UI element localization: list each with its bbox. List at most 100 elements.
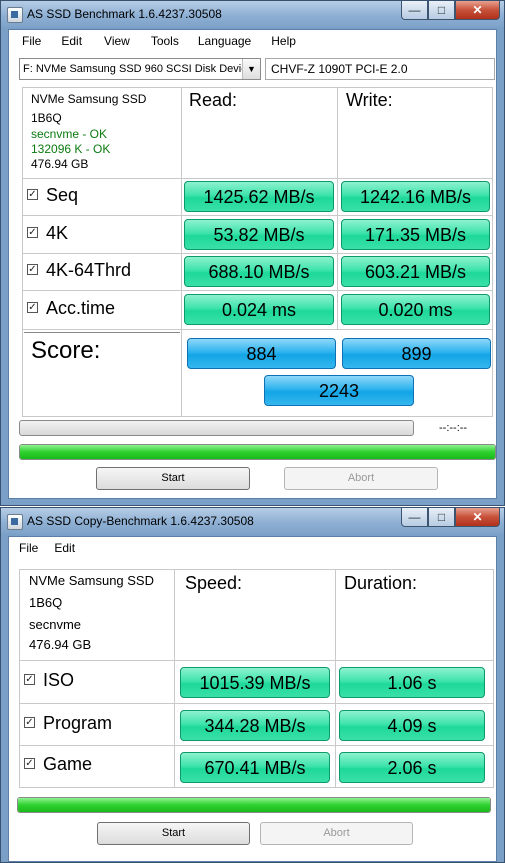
minimize-button[interactable]: — — [401, 508, 428, 527]
4k64-read-value: 688.10 MB/s — [184, 256, 334, 287]
grid-line — [493, 569, 494, 788]
chevron-down-icon[interactable]: ▼ — [242, 59, 260, 79]
grid-line — [174, 569, 175, 788]
copy-progress-fill — [18, 798, 490, 812]
duration-header: Duration: — [344, 573, 418, 593]
grid-line — [22, 253, 492, 254]
4k-read-value: 53.82 MB/s — [184, 219, 334, 250]
menu-edit[interactable]: Edit — [46, 537, 83, 559]
4k-label: 4K — [46, 223, 69, 243]
grid-line — [22, 329, 492, 330]
minimize-icon: — — [408, 510, 421, 524]
grid-line — [22, 178, 492, 179]
window-title: AS SSD Benchmark 1.6.4237.30508 — [27, 7, 222, 21]
score-total-value: 2243 — [264, 375, 414, 406]
menu-view[interactable]: View — [90, 30, 138, 52]
time-display: --:--:-- — [439, 422, 468, 434]
alignment-status: 132096 K - OK — [31, 142, 111, 156]
program-checkbox[interactable]: ✓ — [24, 717, 35, 728]
copy-client-area: File Edit NVMe Samsung SSD 1B6Q secnvme … — [8, 536, 497, 862]
drive-firmware: 1B6Q — [29, 595, 63, 610]
acctime-write-value: 0.020 ms — [341, 294, 490, 325]
title-bar[interactable]: AS SSD Benchmark 1.6.4237.30508 — □ ✕ — [1, 1, 504, 27]
grid-line — [337, 87, 338, 329]
grid-line — [22, 87, 23, 417]
menu-bar: File Edit View Tools Language Help — [9, 30, 496, 52]
minimize-icon: — — [408, 3, 421, 17]
drive-firmware: 1B6Q — [31, 111, 62, 125]
4k64-label: 4K-64Thrd — [46, 260, 132, 280]
close-button[interactable]: ✕ — [455, 508, 500, 527]
drive-model: NVMe Samsung SSD — [29, 573, 154, 588]
menu-bar: File Edit — [9, 537, 496, 559]
4k64-checkbox[interactable]: ✓ — [27, 264, 38, 275]
maximize-icon: □ — [437, 510, 446, 524]
menu-file[interactable]: File — [9, 537, 46, 559]
abort-button[interactable]: Abort — [284, 467, 438, 490]
copy-progress-bar — [17, 797, 491, 813]
grid-line — [22, 87, 492, 88]
grid-line — [181, 87, 182, 417]
overall-progress-fill — [20, 445, 495, 459]
drive-select-value: F: NVMe Samsung SSD 960 SCSI Disk Devic — [23, 63, 247, 75]
menu-edit[interactable]: Edit — [49, 30, 90, 52]
maximize-button[interactable]: □ — [428, 1, 455, 20]
program-label: Program — [43, 713, 113, 733]
overall-progress-bar — [19, 444, 496, 460]
title-bar[interactable]: AS SSD Copy-Benchmark 1.6.4237.30508 — □… — [1, 508, 504, 534]
start-button[interactable]: Start — [97, 822, 250, 845]
menu-language[interactable]: Language — [187, 30, 259, 52]
acctime-read-value: 0.024 ms — [184, 294, 334, 325]
start-button[interactable]: Start — [96, 467, 250, 490]
drive-model: NVMe Samsung SSD — [31, 92, 147, 106]
acctime-label: Acc.time — [46, 298, 116, 318]
drive-size: 476.94 GB — [29, 637, 92, 652]
grid-line — [19, 745, 493, 746]
game-checkbox[interactable]: ✓ — [24, 758, 35, 769]
maximize-icon: □ — [437, 3, 446, 17]
speed-header: Speed: — [185, 573, 243, 593]
menu-help[interactable]: Help — [259, 30, 304, 52]
close-button[interactable]: ✕ — [455, 1, 500, 20]
iso-checkbox[interactable]: ✓ — [24, 674, 35, 685]
4k-checkbox[interactable]: ✓ — [27, 227, 38, 238]
menu-file[interactable]: File — [9, 30, 49, 52]
drive-size: 476.94 GB — [31, 157, 89, 171]
score-frame — [24, 332, 180, 333]
copy-benchmark-window: AS SSD Copy-Benchmark 1.6.4237.30508 — □… — [0, 507, 505, 863]
grid-line — [19, 787, 493, 788]
iso-label: ISO — [43, 670, 75, 690]
abort-button[interactable]: Abort — [260, 822, 413, 845]
grid-line — [492, 87, 493, 417]
program-speed-value: 344.28 MB/s — [180, 710, 330, 741]
game-speed-value: 670.41 MB/s — [180, 752, 330, 783]
acctime-checkbox[interactable]: ✓ — [27, 302, 38, 313]
test-progress-bar — [19, 420, 414, 436]
menu-tools[interactable]: Tools — [138, 30, 187, 52]
grid-line — [22, 290, 492, 291]
drive-select[interactable]: F: NVMe Samsung SSD 960 SCSI Disk Devic … — [19, 58, 261, 80]
system-info-text: CHVF-Z 1090T PCI-E 2.0 — [271, 62, 408, 76]
read-header: Read: — [189, 90, 238, 110]
close-icon: ✕ — [472, 510, 483, 524]
window-title: AS SSD Copy-Benchmark 1.6.4237.30508 — [27, 514, 254, 528]
minimize-button[interactable]: — — [401, 1, 428, 20]
4k-write-value: 171.35 MB/s — [341, 219, 490, 250]
driver-status: secnvme - OK — [31, 127, 108, 141]
app-icon — [7, 514, 23, 530]
app-icon — [7, 7, 23, 23]
maximize-button[interactable]: □ — [428, 508, 455, 527]
game-label: Game — [43, 754, 93, 774]
benchmark-window: AS SSD Benchmark 1.6.4237.30508 — □ ✕ Fi… — [0, 0, 505, 506]
4k64-write-value: 603.21 MB/s — [341, 256, 490, 287]
seq-write-value: 1242.16 MB/s — [341, 181, 490, 212]
iso-speed-value: 1015.39 MB/s — [180, 667, 330, 698]
benchmark-client-area: File Edit View Tools Language Help F: NV… — [8, 29, 497, 499]
grid-line — [19, 569, 493, 570]
grid-line — [335, 569, 336, 788]
game-duration-value: 2.06 s — [339, 752, 485, 783]
grid-line — [22, 215, 492, 216]
seq-checkbox[interactable]: ✓ — [27, 189, 38, 200]
write-header: Write: — [346, 90, 393, 110]
program-duration-value: 4.09 s — [339, 710, 485, 741]
